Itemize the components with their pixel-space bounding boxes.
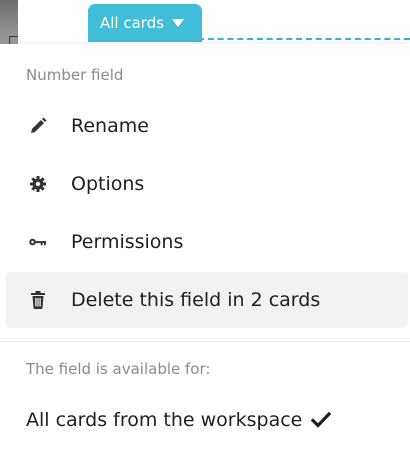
checkmark-icon [310,409,332,431]
card-thumbnail [0,0,18,44]
menu-item-delete[interactable]: Delete this field in 2 cards [6,272,408,328]
availability-option-workspace[interactable]: All cards from the workspace [26,409,332,431]
menu-item-rename[interactable]: Rename [6,98,408,154]
menu-item-label: Delete this field in 2 cards [71,289,321,311]
thumbnail-glyph [9,36,18,44]
pencil-icon [28,116,48,136]
availability-option-label: All cards from the workspace [26,409,303,431]
all-cards-dropdown-button[interactable]: All cards [88,4,202,42]
section-title: Number field [26,66,124,84]
page: All cards Number field Rename Options Pe… [0,0,410,450]
availability-title: The field is available for: [26,360,211,378]
dashed-drop-line [198,38,410,40]
all-cards-label: All cards [100,14,165,32]
field-context-menu: Number field Rename Options Permissions … [0,44,410,450]
menu-item-label: Rename [71,115,149,137]
menu-item-label: Options [71,173,145,195]
gear-icon [28,174,48,194]
trash-icon [28,290,48,310]
menu-item-label: Permissions [71,231,184,253]
menu-item-options[interactable]: Options [6,156,408,212]
key-icon [28,232,48,252]
menu-divider [0,341,410,342]
caret-down-icon [172,19,185,27]
menu-item-permissions[interactable]: Permissions [6,214,408,270]
